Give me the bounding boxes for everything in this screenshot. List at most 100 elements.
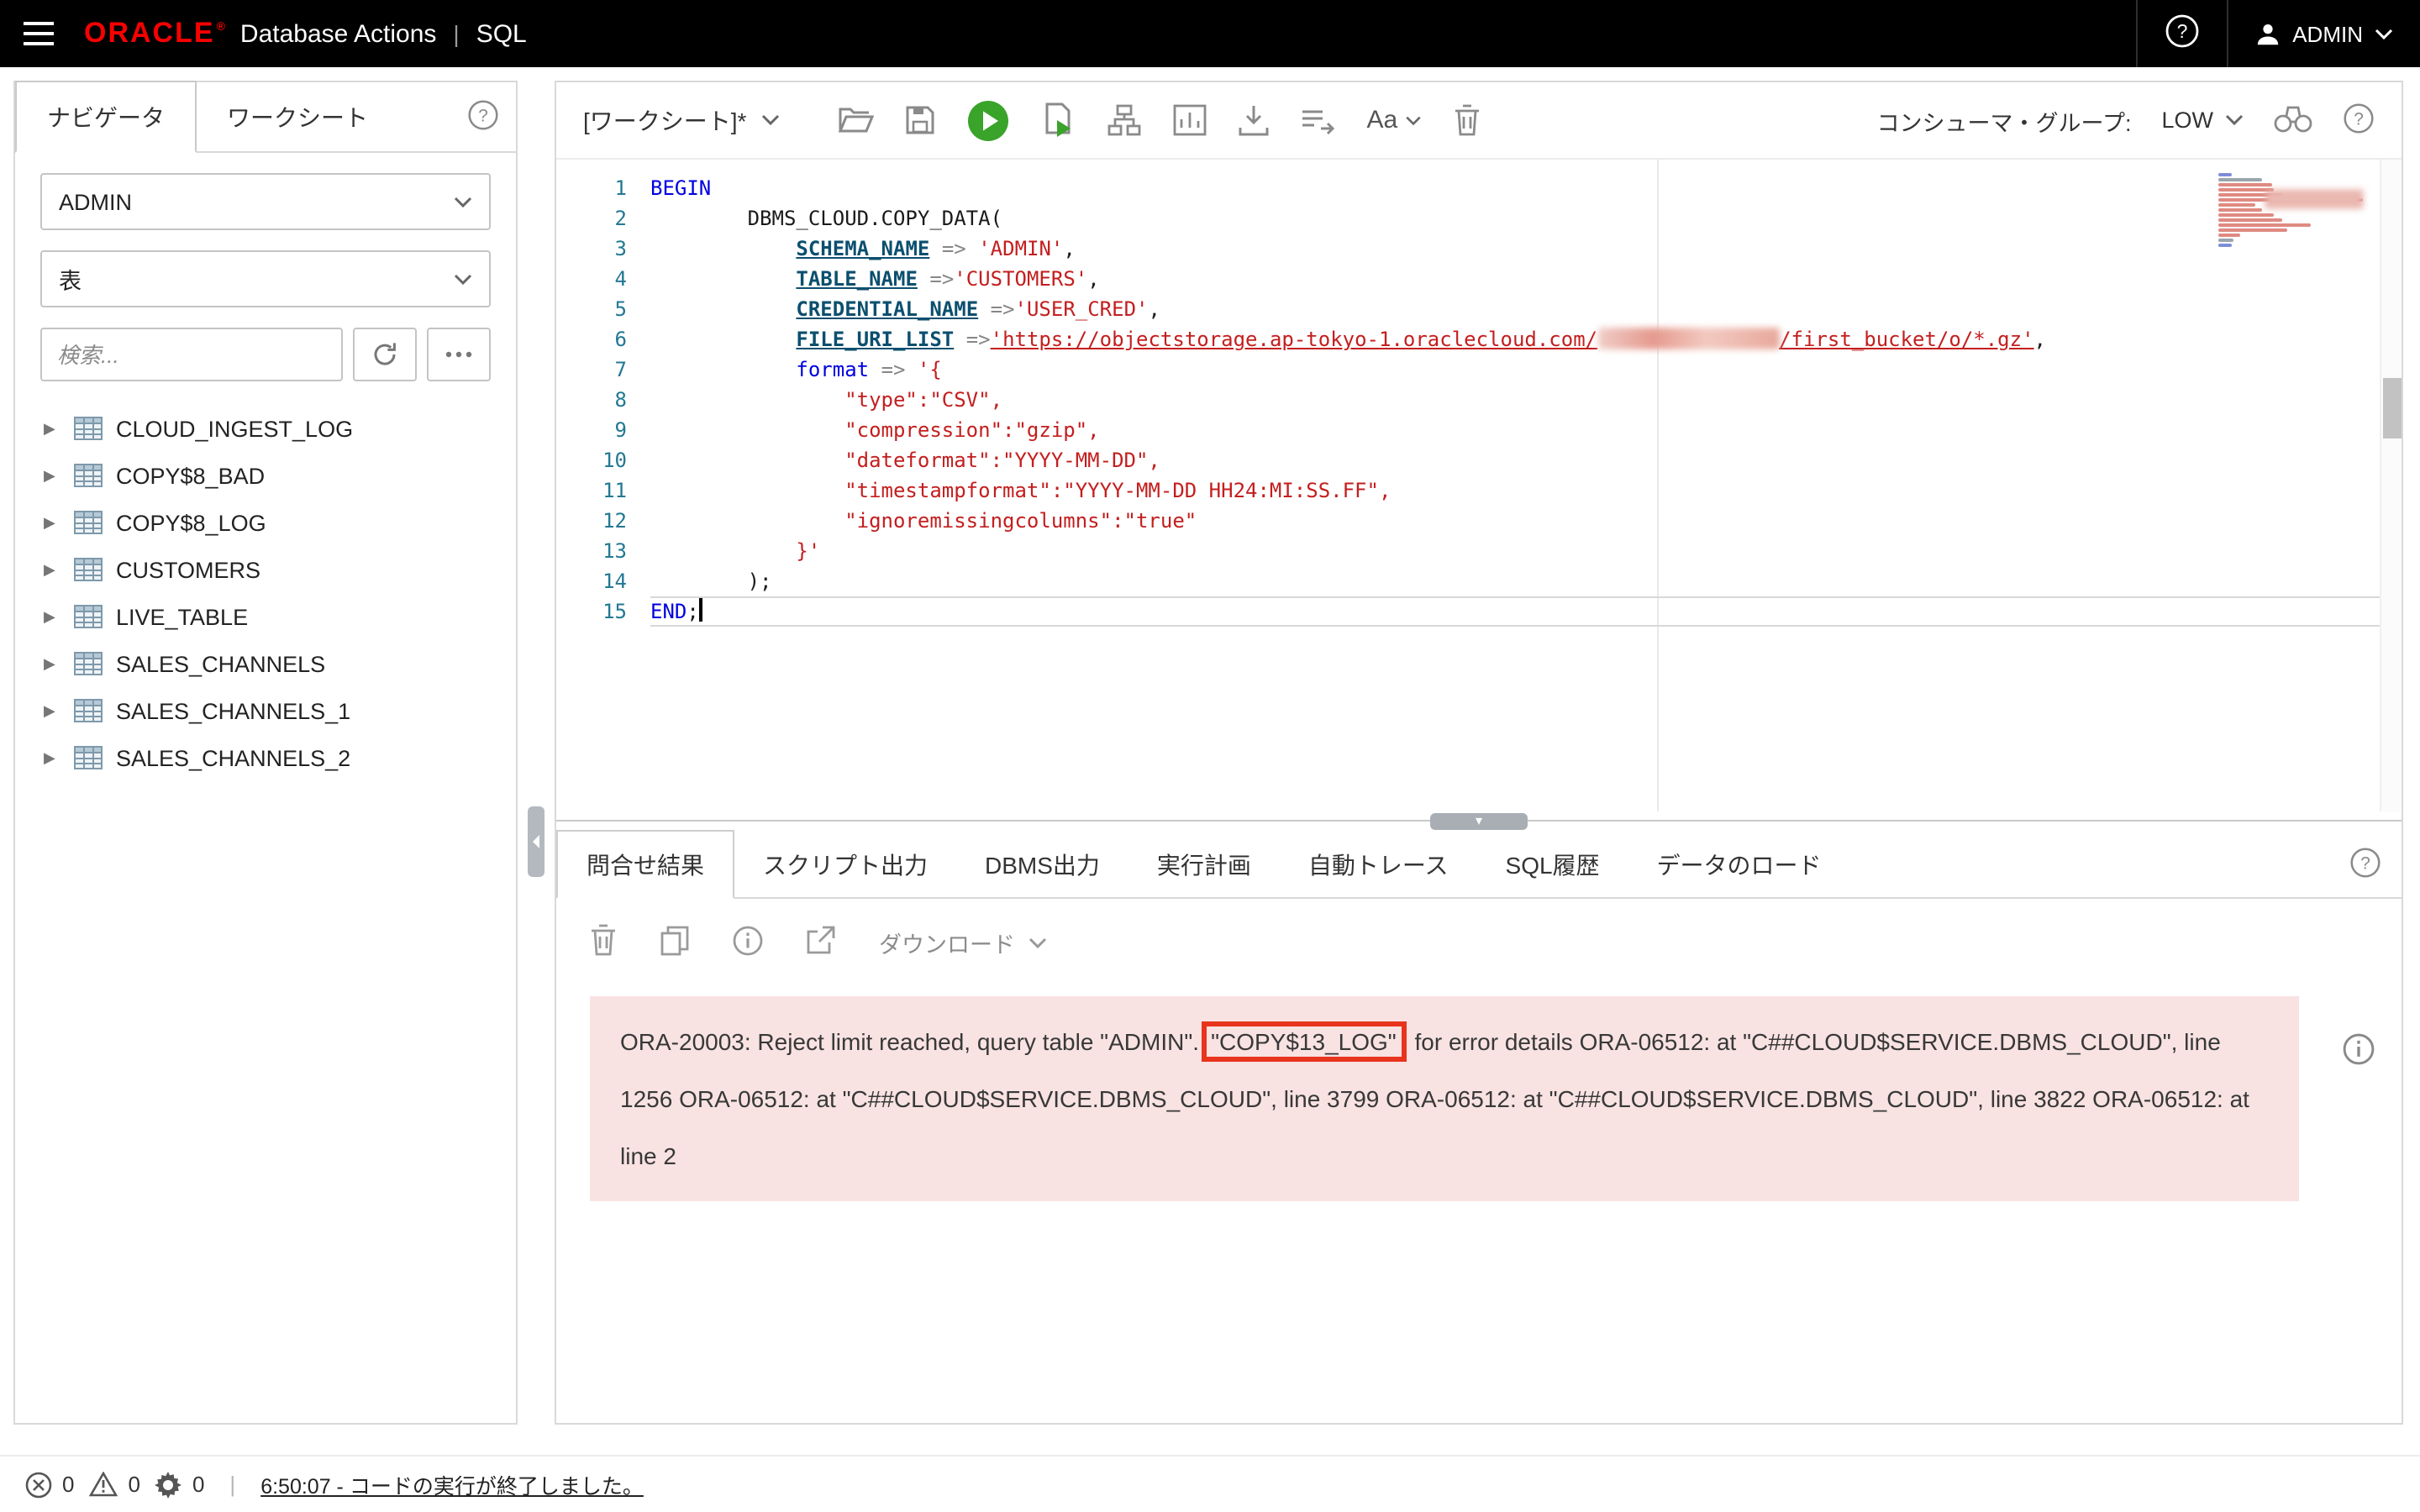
- autotrace-button[interactable]: [1173, 104, 1207, 136]
- tree-item-customers[interactable]: ▶CUSTOMERS: [15, 546, 516, 593]
- status-warnings[interactable]: 0: [89, 1472, 139, 1497]
- code-line-10[interactable]: "dateformat":"YYYY-MM-DD",: [650, 445, 2402, 475]
- consumer-group-select[interactable]: LOW: [2161, 108, 2244, 133]
- worksheet-title: [ワークシート]*: [583, 103, 746, 137]
- tree-item-live_table[interactable]: ▶LIVE_TABLE: [15, 593, 516, 640]
- error-count: 0: [62, 1472, 74, 1497]
- code-line-1[interactable]: BEGIN: [650, 173, 2402, 203]
- results-tab-6[interactable]: データのロード: [1628, 832, 1850, 897]
- save-icon: [906, 106, 934, 134]
- app-brand: ORACLE® Database Actions | SQL: [84, 17, 527, 50]
- tree-item-copy$8_bad[interactable]: ▶COPY$8_BAD: [15, 452, 516, 499]
- topbar: ORACLE® Database Actions | SQL ? ADMIN: [0, 0, 2420, 67]
- refresh-button[interactable]: [353, 328, 417, 381]
- run-statement-button[interactable]: [966, 98, 1010, 142]
- tab-navigator[interactable]: ナビゲータ: [15, 81, 197, 153]
- expand-caret-icon[interactable]: ▶: [44, 607, 60, 626]
- expand-caret-icon[interactable]: ▶: [44, 513, 60, 532]
- code-line-15[interactable]: END;: [650, 596, 2402, 627]
- code-line-6[interactable]: FILE_URI_LIST =>'https://objectstorage.a…: [650, 324, 2402, 354]
- code-line-4[interactable]: TABLE_NAME =>'CUSTOMERS',: [650, 264, 2402, 294]
- search-input[interactable]: [40, 328, 343, 381]
- find-button[interactable]: [2274, 103, 2312, 137]
- expand-caret-icon[interactable]: ▶: [44, 466, 60, 485]
- collapse-results-handle[interactable]: ▾: [1430, 813, 1528, 830]
- worksheet-toolbar-right: コンシューマ・グループ: LOW ?: [1877, 102, 2375, 139]
- results-tab-1[interactable]: スクリプト出力: [734, 832, 956, 897]
- download-label: ダウンロード: [879, 926, 1015, 959]
- editor-scrollbar[interactable]: [2380, 160, 2402, 811]
- results-splitter[interactable]: ▾: [556, 811, 2402, 832]
- object-type-select[interactable]: 表: [40, 250, 491, 307]
- tree-item-label: COPY$8_LOG: [116, 510, 266, 535]
- tab-worksheet[interactable]: ワークシート: [197, 82, 398, 151]
- run-icon: [966, 98, 1010, 142]
- results-tab-3[interactable]: 実行計画: [1128, 832, 1280, 897]
- run-script-button[interactable]: [1042, 102, 1076, 138]
- schema-select[interactable]: ADMIN: [40, 173, 491, 230]
- sidebar-splitter[interactable]: [518, 81, 555, 1425]
- copy-results-button[interactable]: [660, 925, 689, 960]
- user-menu[interactable]: ADMIN: [2255, 21, 2393, 46]
- search-row: [40, 328, 491, 381]
- execution-status-link[interactable]: 6:50:07 - コードの実行が終了しました。: [260, 1468, 644, 1500]
- minimap-line: [2218, 203, 2254, 207]
- results-tab-0[interactable]: 問合せ結果: [556, 830, 734, 899]
- clear-results-button[interactable]: [590, 924, 617, 961]
- code-line-11[interactable]: "timestampformat":"YYYY-MM-DD HH24:MI:SS…: [650, 475, 2402, 506]
- results-tab-2[interactable]: DBMS出力: [956, 832, 1128, 897]
- explain-plan-icon: [1107, 104, 1141, 136]
- font-size-button[interactable]: Aa: [1366, 106, 1421, 134]
- help-button[interactable]: ?: [2165, 13, 2200, 54]
- code-line-5[interactable]: CREDENTIAL_NAME =>'USER_CRED',: [650, 294, 2402, 324]
- save-button[interactable]: [906, 106, 934, 134]
- tree-item-sales_channels_2[interactable]: ▶SALES_CHANNELS_2: [15, 734, 516, 781]
- code-line-14[interactable]: );: [650, 566, 2402, 596]
- scrollbar-thumb[interactable]: [2383, 378, 2402, 438]
- code-line-13[interactable]: }': [650, 536, 2402, 566]
- results-tabs: 問合せ結果スクリプト出力DBMS出力実行計画自動トレースSQL履歴データのロード…: [556, 832, 2402, 899]
- navigator-help-button[interactable]: ?: [467, 99, 499, 136]
- results-info-button[interactable]: [733, 925, 763, 960]
- worksheet-title-menu[interactable]: [ワークシート]*: [583, 103, 780, 137]
- download-editor-button[interactable]: [1239, 104, 1269, 136]
- code-line-3[interactable]: SCHEMA_NAME => 'ADMIN',: [650, 234, 2402, 264]
- code-line-2[interactable]: DBMS_CLOUD.COPY_DATA(: [650, 203, 2402, 234]
- results-help-button[interactable]: ?: [2349, 847, 2381, 884]
- code-line-8[interactable]: "type":"CSV",: [650, 385, 2402, 415]
- minimap[interactable]: [2218, 173, 2373, 249]
- tree-item-copy$8_log[interactable]: ▶ COPY$8_LOG: [15, 499, 516, 546]
- sql-editor[interactable]: 123456789101112131415 BEGIN DBMS_CLOUD.C…: [556, 160, 2402, 811]
- error-info-button[interactable]: [2343, 1033, 2375, 1070]
- results-tab-4[interactable]: 自動トレース: [1280, 832, 1477, 897]
- tree-item-cloud_ingest_log[interactable]: ▶CLOUD_INGEST_LOG: [15, 405, 516, 452]
- collapse-sidebar-handle[interactable]: [528, 806, 544, 877]
- menu-button[interactable]: [24, 22, 54, 45]
- more-actions-button[interactable]: [427, 328, 491, 381]
- expand-caret-icon[interactable]: ▶: [44, 701, 60, 720]
- expand-caret-icon[interactable]: ▶: [44, 419, 60, 438]
- expand-caret-icon[interactable]: ▶: [44, 654, 60, 673]
- open-in-new-button[interactable]: [807, 926, 835, 959]
- code-line-9[interactable]: "compression":"gzip",: [650, 415, 2402, 445]
- results-tab-5[interactable]: SQL履歴: [1477, 832, 1628, 897]
- info-icon: [2343, 1033, 2375, 1065]
- autotrace-icon: [1173, 104, 1207, 136]
- code-line-12[interactable]: "ignoremissingcolumns":"true": [650, 506, 2402, 536]
- status-errors[interactable]: 0: [25, 1471, 74, 1498]
- code-lines[interactable]: BEGIN DBMS_CLOUD.COPY_DATA( SCHEMA_NAME …: [650, 173, 2402, 811]
- status-processes[interactable]: 0: [155, 1471, 204, 1498]
- worksheet-help-button[interactable]: ?: [2343, 102, 2375, 139]
- open-file-button[interactable]: [839, 106, 874, 134]
- explain-plan-button[interactable]: [1107, 104, 1141, 136]
- download-results-menu[interactable]: ダウンロード: [879, 926, 1047, 959]
- expand-caret-icon[interactable]: ▶: [44, 748, 60, 767]
- svg-text:?: ?: [478, 106, 488, 125]
- tree-item-sales_channels_1[interactable]: ▶SALES_CHANNELS_1: [15, 687, 516, 734]
- insert-list-button[interactable]: [1301, 107, 1334, 134]
- clear-worksheet-button[interactable]: [1453, 104, 1480, 136]
- code-line-7[interactable]: format => '{: [650, 354, 2402, 385]
- tree-item-sales_channels[interactable]: ▶SALES_CHANNELS: [15, 640, 516, 687]
- worksheet-toolbar: [ワークシート]*: [556, 82, 2402, 160]
- expand-caret-icon[interactable]: ▶: [44, 560, 60, 579]
